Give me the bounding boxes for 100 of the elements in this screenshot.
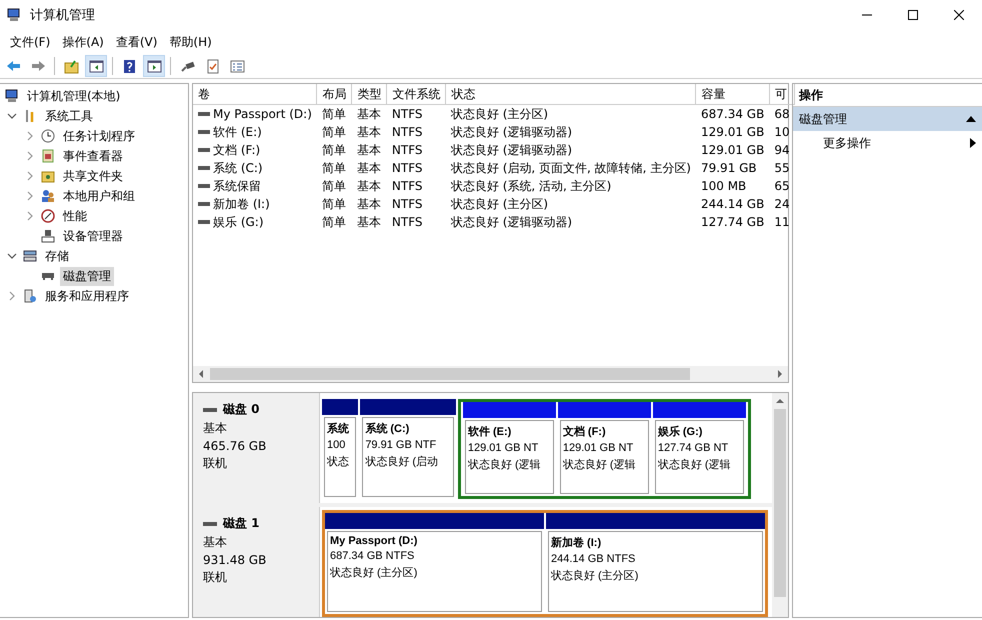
partition[interactable]: My Passport (D:) 687.34 GB NTFS 状态良好 (主分区) (327, 531, 542, 612)
partition-status: 状态良好 (逻辑 (468, 458, 542, 472)
table-cell: 状态良好 (逻辑驱动器) (450, 124, 572, 138)
column-header[interactable]: 可 (769, 84, 795, 104)
volume-name[interactable]: My Passport (D:) (213, 107, 312, 121)
partition[interactable]: 软件 (E:) 129.01 GB NT 状态良好 (逻辑 (464, 420, 554, 494)
disk-status: 联机 (203, 569, 228, 586)
table-cell: 127.74 GB (700, 215, 764, 229)
menu-item[interactable]: 操作(A) (56, 34, 110, 50)
partition-name: 系统 (C:) (365, 422, 410, 436)
partition-name: My Passport (D:) (330, 535, 418, 547)
table-cell: NTFS (392, 179, 423, 193)
volume-name[interactable]: 娱乐 (G:) (213, 214, 264, 230)
volume-name[interactable]: 系统 (C:) (213, 160, 263, 176)
volume-name[interactable]: 文档 (F:) (213, 142, 260, 158)
table-cell: 94 (774, 143, 790, 157)
partition-name: 文档 (F:) (562, 424, 607, 439)
table-cell: 687.34 GB (700, 107, 764, 121)
partition-status: 状态 (327, 454, 350, 469)
table-cell: NTFS (392, 161, 423, 175)
table-cell: 简单 (322, 142, 346, 156)
tree-item[interactable]: 本地用户和组 (60, 186, 138, 206)
table-cell: 简单 (322, 160, 346, 174)
table-cell: 基本 (356, 142, 381, 156)
disk-type: 基本 (203, 420, 228, 437)
window-title: 计算机管理 (30, 7, 96, 24)
volume-name[interactable]: 系统保留 (213, 178, 261, 194)
table-cell: 状态良好 (主分区) (450, 106, 548, 120)
volume-name[interactable]: 新加卷 (I:) (213, 196, 270, 212)
partition-name: 系统 (327, 422, 350, 436)
table-cell: NTFS (392, 107, 423, 121)
table-cell: 状态良好 (主分区) (450, 196, 548, 210)
actions-section-header[interactable]: 磁盘管理 (793, 107, 982, 131)
table-cell: 129.01 GB (700, 125, 764, 139)
table-cell: 简单 (322, 178, 346, 192)
column-header[interactable]: 状态 (446, 84, 696, 104)
partition[interactable]: 系统 100 状态 (324, 417, 356, 497)
table-cell: NTFS (392, 197, 423, 211)
extended-partition[interactable]: 软件 (E:) 129.01 GB NT 状态良好 (逻辑 文档 (F:) 129.01 GB NT 状态良好 (逻辑 娱乐 (G:) 127.74 GB NT 状态良好 (逻辑 (458, 399, 751, 499)
partition-size: 687.34 GB NTFS (330, 550, 416, 562)
column-header[interactable]: 卷 (193, 84, 317, 104)
partition-size: 244.14 GB NTFS (551, 553, 636, 565)
tree-item[interactable]: 性能 (60, 206, 90, 226)
partition-status: 状态良好 (主分区) (330, 566, 418, 580)
column-header[interactable]: 容量 (696, 84, 770, 104)
partition[interactable]: 系统 (C:) 79.91 GB NTF 状态良好 (启动 (362, 417, 454, 497)
tree-item[interactable]: 磁盘管理 (60, 266, 114, 286)
table-cell: NTFS (392, 125, 423, 139)
section-title: 磁盘管理 (799, 110, 847, 128)
tree-item[interactable]: 共享文件夹 (60, 166, 126, 186)
volume-name[interactable]: 软件 (E:) (213, 124, 262, 140)
column-header[interactable]: 类型 (352, 84, 387, 104)
column-header[interactable]: 布局 (316, 84, 352, 104)
table-cell: 状态良好 (逻辑驱动器) (450, 214, 572, 228)
table-cell: 状态良好 (逻辑驱动器) (450, 142, 572, 156)
partition-size: 79.91 GB NTF (365, 439, 438, 451)
tree-item[interactable]: 事件查看器 (60, 146, 126, 166)
table-cell: 129.01 GB (700, 143, 764, 157)
table-cell: 基本 (356, 196, 381, 210)
disk-size: 931.48 GB (203, 553, 268, 567)
table-cell: 状态良好 (系统, 活动, 主分区) (450, 178, 612, 192)
disk-name: 磁盘 0 (223, 401, 260, 418)
table-cell: 68 (774, 107, 790, 121)
tree-item[interactable]: 计算机管理(本地) (24, 86, 124, 106)
partition[interactable]: 新加卷 (I:) 244.14 GB NTFS 状态良好 (主分区) (548, 531, 763, 612)
table-cell: 24 (774, 197, 790, 211)
table-cell: 基本 (356, 160, 381, 174)
tree-item[interactable]: 系统工具 (42, 106, 96, 126)
table-cell: NTFS (392, 143, 423, 157)
table-cell: 简单 (322, 214, 346, 228)
tree-item[interactable]: 服务和应用程序 (42, 286, 132, 306)
partition-status: 状态良好 (逻辑 (658, 458, 732, 472)
partition[interactable]: 文档 (F:) 129.01 GB NT 状态良好 (逻辑 (560, 420, 649, 494)
tree-item[interactable]: 存储 (42, 246, 72, 266)
partition-status: 状态良好 (启动 (365, 454, 440, 469)
disk-status: 联机 (203, 455, 228, 472)
partition-size: 127.74 GB NT (658, 442, 730, 454)
table-cell: 状态良好 (启动, 页面文件, 故障转储, 主分区) (450, 160, 691, 174)
menu-item[interactable]: 查看(V) (110, 34, 164, 50)
partition-status: 状态良好 (主分区) (551, 568, 640, 583)
tree-item[interactable]: 设备管理器 (60, 226, 126, 246)
partition-status: 状态良好 (逻辑 (562, 458, 637, 472)
disk-size: 465.76 GB (203, 439, 268, 453)
table-cell: 55 (774, 161, 790, 175)
menu-item[interactable]: 文件(F) (4, 34, 56, 50)
table-cell: 100 MB (700, 179, 746, 193)
partition-name: 新加卷 (I:) (551, 536, 602, 550)
table-cell: 基本 (356, 178, 381, 192)
partition-size: 129.01 GB NT (468, 442, 540, 454)
menu-item[interactable]: 帮助(H) (163, 34, 218, 50)
action-link[interactable]: 更多操作 (823, 134, 871, 152)
partition-size: 100 (327, 439, 346, 451)
partition[interactable]: 娱乐 (G:) 127.74 GB NT 状态良好 (逻辑 (654, 420, 744, 494)
tree-item[interactable]: 任务计划程序 (60, 126, 138, 146)
column-header[interactable]: 文件系统 (386, 84, 446, 104)
table-cell: 基本 (356, 124, 381, 138)
table-cell: 79.91 GB (700, 161, 757, 175)
table-cell: 244.14 GB (700, 197, 764, 211)
disk-type: 基本 (203, 534, 228, 551)
table-cell: 基本 (356, 106, 381, 120)
